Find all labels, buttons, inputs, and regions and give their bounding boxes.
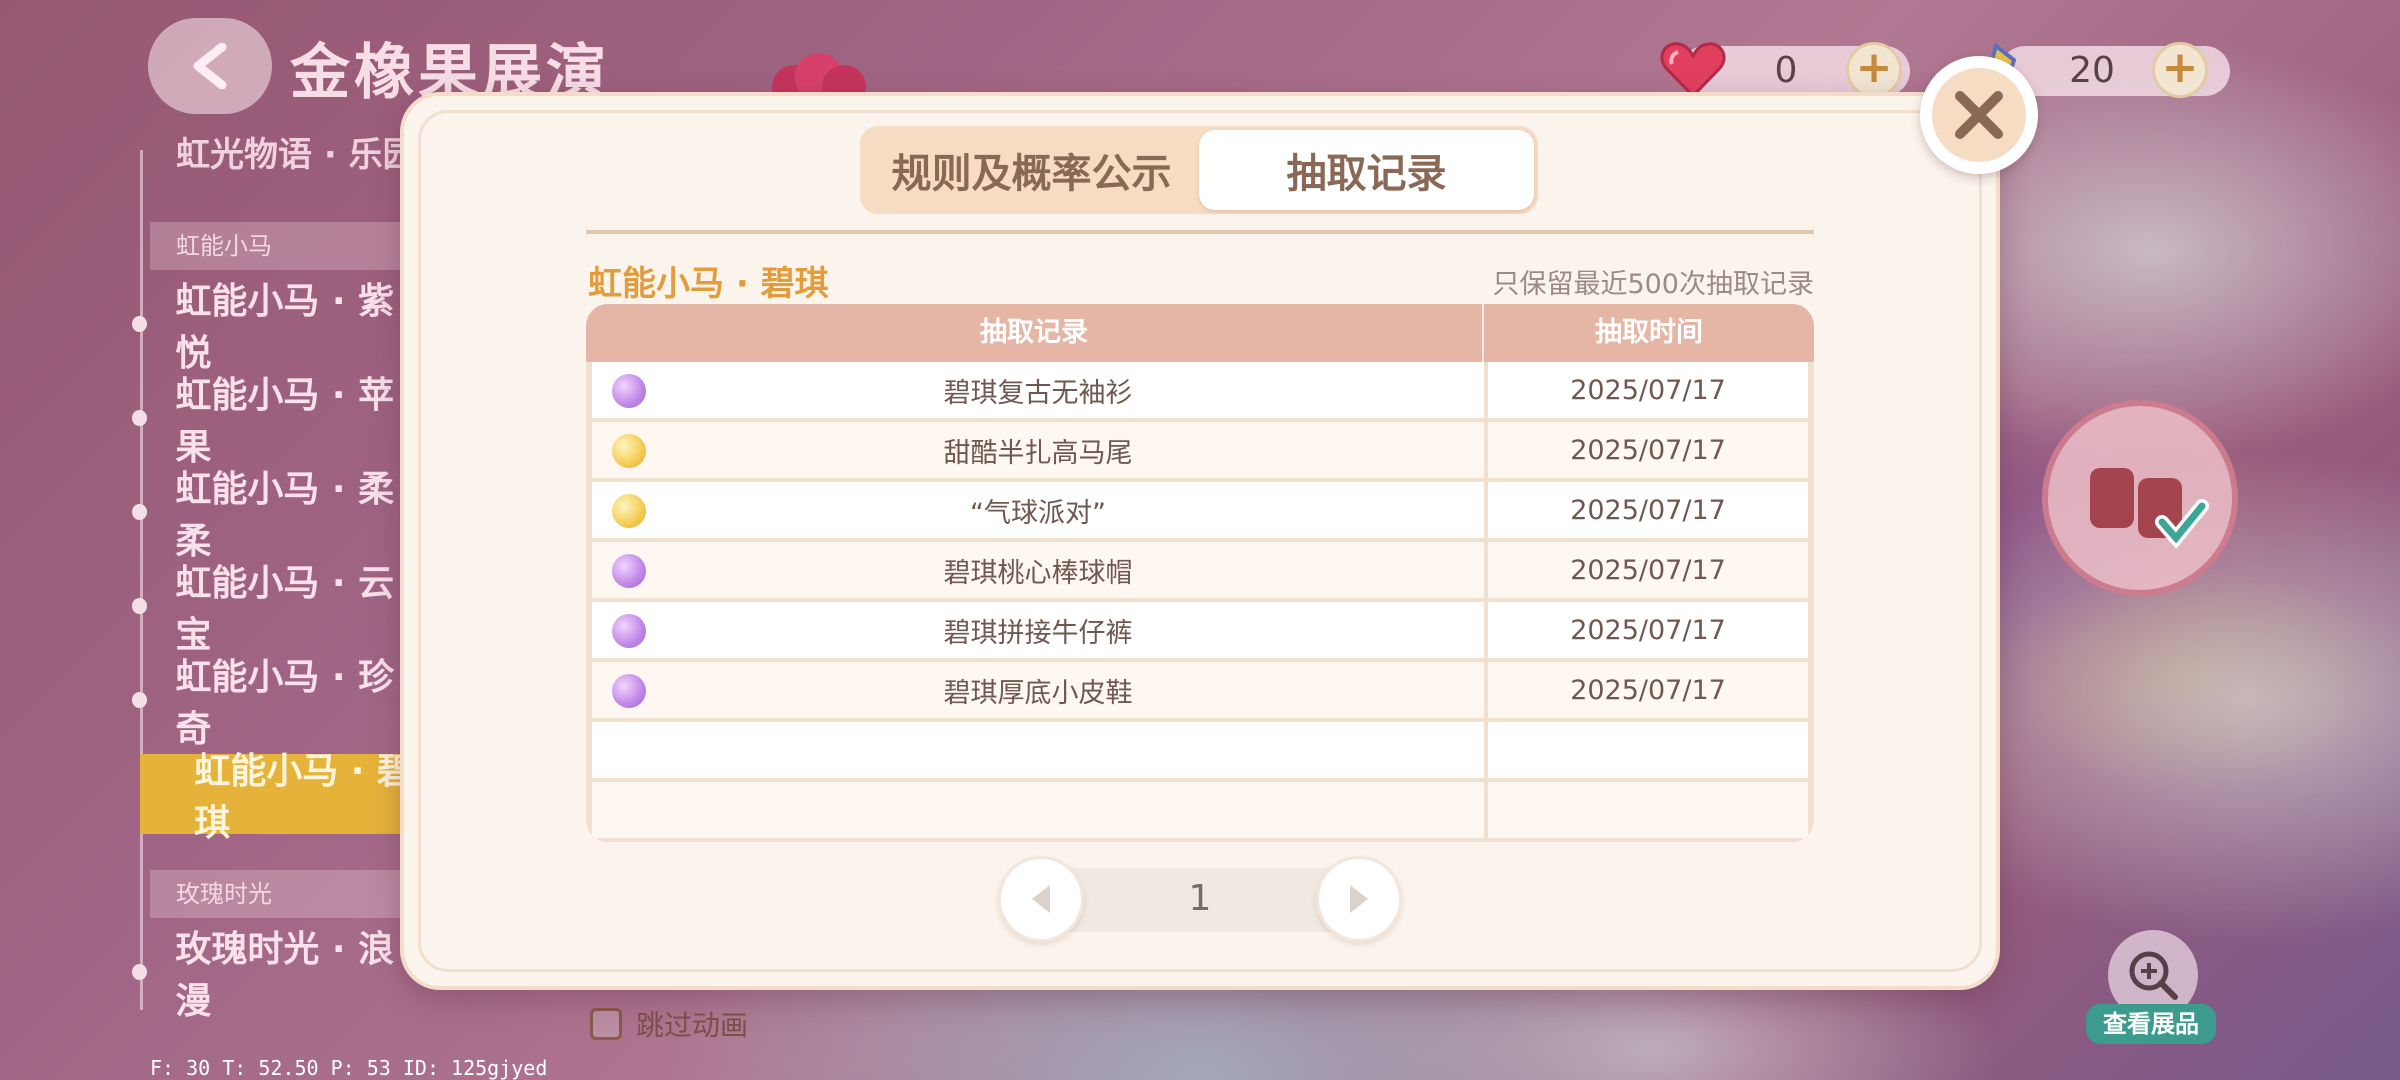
- menu-item-partial[interactable]: 虹光物语 · 乐园: [120, 126, 420, 176]
- menu-item-apple[interactable]: 虹能小马 · 苹果: [120, 375, 420, 468]
- collected-badge-icon: [2042, 400, 2238, 596]
- column-header-time: 抽取时间: [1595, 317, 1703, 348]
- menu-item-label: 玫瑰时光 · 浪漫: [175, 929, 395, 1022]
- timeline-dot: [132, 692, 148, 708]
- table-row-empty: [592, 782, 1808, 838]
- item-name: 碧琪厚底小皮鞋: [943, 677, 1133, 709]
- chevron-left-icon: [193, 43, 227, 89]
- record-retention-note: 只保留最近500次抽取记录: [1492, 269, 1814, 300]
- item-name: 碧琪桃心棒球帽: [943, 557, 1133, 589]
- menu-item-label: 虹能小马 · 紫悦: [175, 281, 395, 374]
- draw-time: 2025/07/17: [1488, 662, 1808, 718]
- menu-item-zi-yue[interactable]: 虹能小马 · 紫悦: [120, 281, 420, 374]
- tickets-value: 20: [2069, 49, 2115, 91]
- timeline-dot: [132, 964, 148, 980]
- table-row: 甜酷半扎高马尾 2025/07/17: [592, 422, 1808, 478]
- menu-section-header: 虹能小马: [150, 222, 420, 270]
- hearts-value: 0: [1774, 49, 1798, 91]
- timeline-dot: [132, 504, 148, 520]
- table-row-empty: [592, 722, 1808, 778]
- hearts-currency: 0 +: [1660, 42, 1902, 99]
- close-icon: [1955, 91, 2003, 139]
- menu-item-zhen-qi[interactable]: 虹能小马 · 珍奇: [120, 657, 420, 750]
- menu-item-label: 虹能小马 · 云宝: [175, 563, 395, 656]
- item-name: 碧琪复古无袖衫: [943, 377, 1133, 409]
- add-hearts-button[interactable]: +: [1846, 42, 1902, 98]
- pagination: 1: [998, 856, 1402, 942]
- menu-item-bi-qi[interactable]: 虹能小马 · 碧琪: [140, 751, 420, 844]
- checkbox-icon: [590, 1008, 622, 1040]
- exhibit-menu: 虹光物语 · 乐园 虹能小马 虹能小马 · 紫悦 虹能小马 · 苹果 虹能小马 …: [0, 120, 420, 1022]
- menu-item-label: 虹能小马 · 柔柔: [175, 469, 395, 562]
- timeline-dot: [132, 410, 148, 426]
- rarity-gold-icon: [612, 434, 646, 468]
- draw-time: 2025/07/17: [1488, 422, 1808, 478]
- menu-item-rou-rou[interactable]: 虹能小马 · 柔柔: [120, 469, 420, 562]
- column-header-item: 抽取记录: [586, 304, 1484, 362]
- draw-time: 2025/07/17: [1488, 602, 1808, 658]
- view-exhibit-label: 查看展品: [2086, 1004, 2216, 1044]
- item-name: 碧琪拼接牛仔裤: [943, 617, 1133, 649]
- divider: [586, 230, 1814, 234]
- close-button[interactable]: [1920, 56, 2038, 174]
- draw-time: [1488, 782, 1808, 838]
- triangle-right-icon: [1350, 885, 1368, 913]
- item-name: 甜酷半扎高马尾: [943, 437, 1133, 469]
- debug-info: F: 30 T: 52.50 P: 53 ID: 125gjyed: [150, 1056, 548, 1080]
- table-row: 碧琪拼接牛仔裤 2025/07/17: [592, 602, 1808, 658]
- menu-item-label: 虹能小马 · 苹果: [175, 375, 395, 468]
- add-tickets-button[interactable]: +: [2152, 42, 2208, 98]
- menu-item-yun-bao[interactable]: 虹能小马 · 云宝: [120, 563, 420, 656]
- table-row: 碧琪桃心棒球帽 2025/07/17: [592, 542, 1808, 598]
- menu-item-label: 虹能小马 · 珍奇: [175, 657, 395, 750]
- skip-animation-checkbox[interactable]: 跳过动画: [590, 1004, 748, 1044]
- modal-tabs: 规则及概率公示 抽取记录: [860, 126, 1538, 214]
- draw-time: 2025/07/17: [1488, 482, 1808, 538]
- tab-draw-record[interactable]: 抽取记录: [1199, 130, 1534, 210]
- menu-item-rose-romance[interactable]: 玫瑰时光 · 浪漫: [120, 929, 420, 1022]
- timeline-dot: [132, 316, 148, 332]
- timeline-dot: [152, 786, 167, 802]
- next-page-button[interactable]: [1316, 856, 1402, 942]
- table-row: 碧琪复古无袖衫 2025/07/17: [592, 362, 1808, 418]
- menu-item-label: 虹光物语 · 乐园: [176, 134, 417, 175]
- table-row: 碧琪厚底小皮鞋 2025/07/17: [592, 662, 1808, 718]
- table-row: “气球派对” 2025/07/17: [592, 482, 1808, 538]
- triangle-left-icon: [1032, 885, 1050, 913]
- draw-record-table: 抽取记录 抽取时间 碧琪复古无袖衫 2025/07/17 甜酷半扎高马尾 202…: [586, 304, 1814, 842]
- menu-section-header: 玫瑰时光: [150, 870, 420, 918]
- skip-animation-label: 跳过动画: [636, 1009, 749, 1042]
- rarity-purple-icon: [612, 674, 646, 708]
- tab-rules-probability[interactable]: 规则及概率公示: [864, 130, 1199, 210]
- back-button[interactable]: [148, 18, 272, 114]
- menu-item-label: 虹能小马 · 碧琪: [194, 751, 413, 844]
- prev-page-button[interactable]: [998, 856, 1084, 942]
- view-exhibit-button[interactable]: 查看展品: [2086, 930, 2216, 1050]
- rarity-purple-icon: [612, 614, 646, 648]
- timeline-dot: [132, 598, 148, 614]
- record-pool-title: 虹能小马 · 碧琪: [588, 264, 829, 304]
- rarity-purple-icon: [612, 554, 646, 588]
- rarity-purple-icon: [612, 374, 646, 408]
- draw-time: 2025/07/17: [1488, 542, 1808, 598]
- draw-time: 2025/07/17: [1488, 362, 1808, 418]
- rarity-gold-icon: [612, 494, 646, 528]
- table-header: 抽取记录 抽取时间: [586, 304, 1814, 362]
- draw-time: [1488, 722, 1808, 778]
- item-name: “气球派对”: [970, 497, 1106, 529]
